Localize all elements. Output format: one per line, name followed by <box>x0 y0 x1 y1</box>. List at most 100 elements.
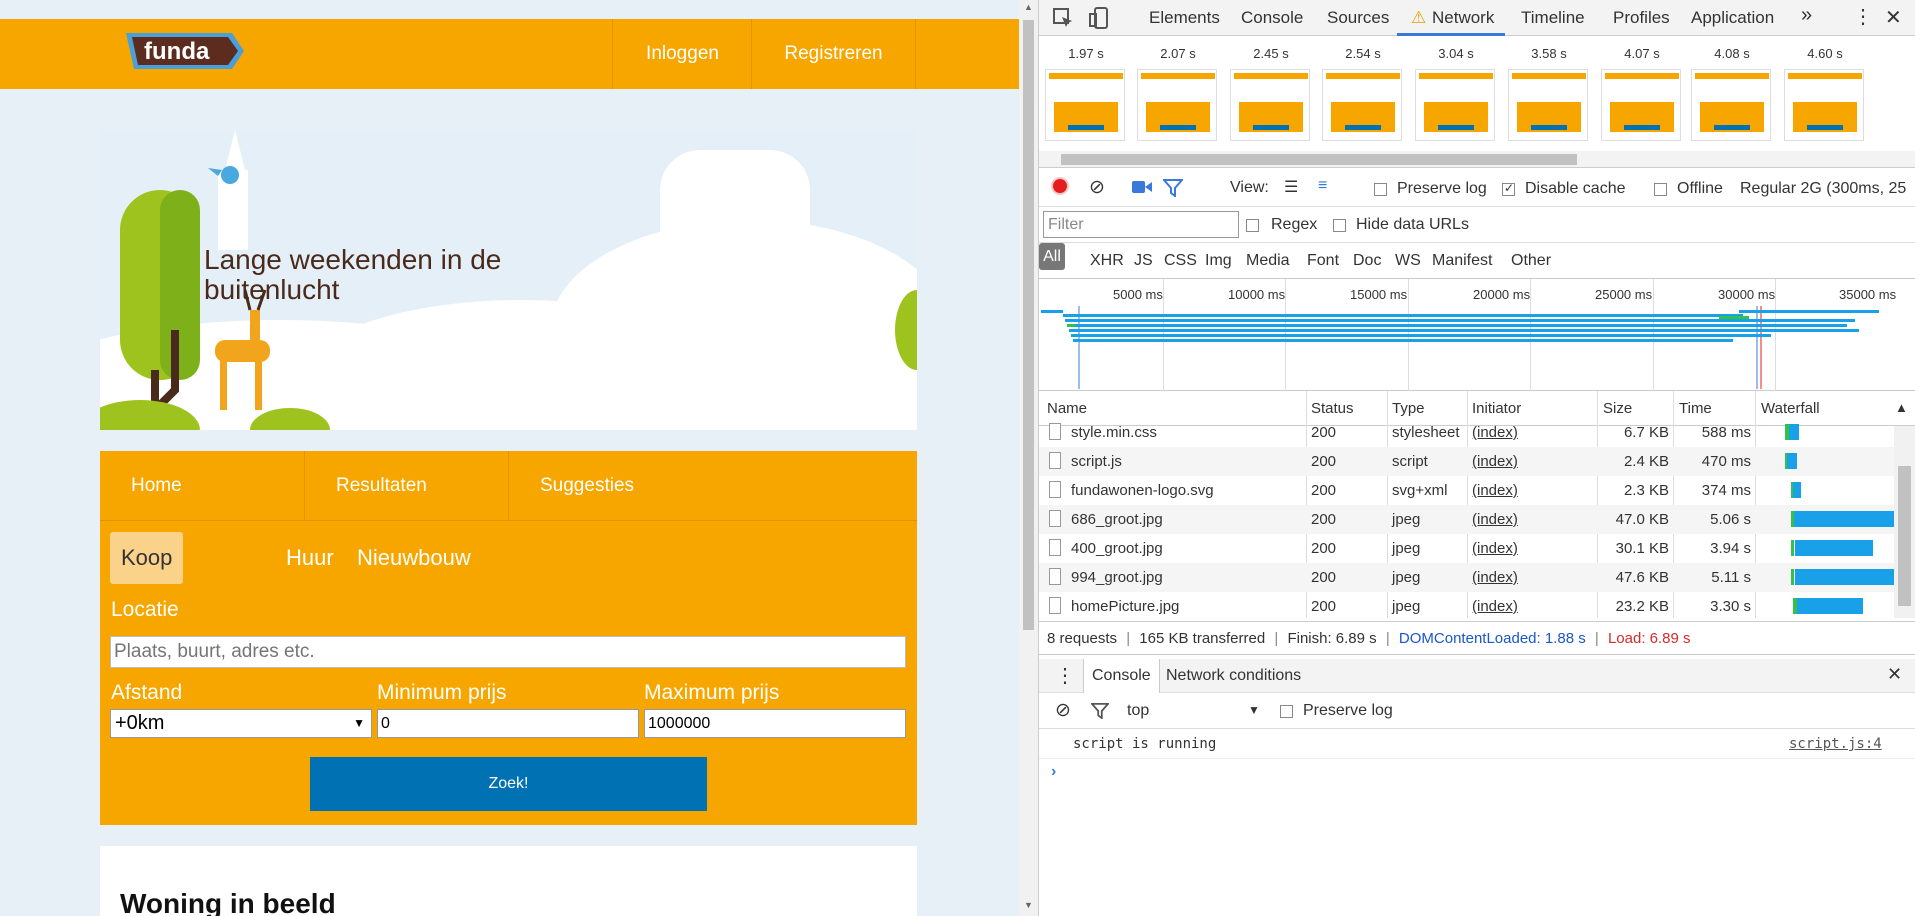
type-img[interactable]: Img <box>1205 252 1232 270</box>
col-time[interactable]: Time <box>1679 400 1712 417</box>
tab-sources[interactable]: Sources <box>1327 8 1389 28</box>
col-name[interactable]: Name <box>1047 400 1087 417</box>
filmstrip-frame[interactable]: 4.08 s <box>1691 46 1773 141</box>
close-icon[interactable]: ✕ <box>1885 5 1902 30</box>
type-ws[interactable]: WS <box>1395 252 1421 270</box>
filmstrip-frame[interactable]: 4.07 s <box>1601 46 1683 141</box>
type-media[interactable]: Media <box>1246 252 1290 270</box>
page-scrollbar[interactable]: ▲ ▼ <box>1019 0 1038 916</box>
scrollbar-thumb[interactable] <box>1061 154 1577 165</box>
console-preserve-log-checkbox[interactable] <box>1280 705 1293 718</box>
row-initiator[interactable]: (index) <box>1472 511 1518 528</box>
search-button[interactable]: Zoek! <box>310 757 707 811</box>
drawer-menu-icon[interactable]: ⋮ <box>1055 663 1075 688</box>
login-link[interactable]: Inloggen <box>612 19 752 89</box>
table-row[interactable]: 400_groot.jpg 200 jpeg (index) 30.1 KB 3.94 s <box>1039 534 1894 563</box>
filter-icon[interactable] <box>1163 179 1183 197</box>
scrollbar-thumb[interactable] <box>1898 466 1911 606</box>
scroll-up-icon[interactable]: ▲ <box>1024 2 1033 12</box>
large-rows-icon[interactable]: ☰ <box>1284 177 1298 197</box>
min-price-input[interactable]: 0 <box>377 709 639 738</box>
filmstrip-frame[interactable]: 3.58 s <box>1508 46 1590 141</box>
col-waterfall[interactable]: Waterfall <box>1761 400 1820 417</box>
type-xhr[interactable]: XHR <box>1090 252 1124 270</box>
preserve-log-checkbox[interactable] <box>1374 183 1387 196</box>
close-drawer-icon[interactable]: ✕ <box>1887 664 1902 685</box>
table-row[interactable]: script.js 200 script (index) 2.4 KB 470 ms <box>1039 447 1894 476</box>
hide-data-urls-checkbox[interactable] <box>1333 219 1346 232</box>
tab-timeline[interactable]: Timeline <box>1521 8 1585 28</box>
tab-profiles[interactable]: Profiles <box>1613 8 1670 28</box>
row-initiator[interactable]: (index) <box>1472 482 1518 499</box>
type-other[interactable]: Other <box>1511 252 1551 270</box>
tab-resultaten[interactable]: Resultaten <box>305 451 509 521</box>
register-link[interactable]: Registreren <box>751 19 916 89</box>
filter-input[interactable]: Filter <box>1043 211 1239 238</box>
console-prompt-icon[interactable]: › <box>1051 763 1056 781</box>
mode-koop-button[interactable]: Koop <box>110 532 184 584</box>
table-row[interactable]: style.min.css 200 stylesheet (index) 6.7 KB 5… <box>1039 418 1894 447</box>
context-dropdown-icon[interactable]: ▼ <box>1248 703 1260 717</box>
col-initiator[interactable]: Initiator <box>1472 400 1521 417</box>
type-manifest[interactable]: Manifest <box>1432 252 1492 270</box>
funda-logo[interactable]: funda <box>120 29 250 73</box>
tab-application[interactable]: Application <box>1691 8 1774 28</box>
more-tabs-icon[interactable]: » <box>1801 4 1812 27</box>
table-row[interactable]: fundawonen-logo.svg 200 svg+xml (index) 2.3 … <box>1039 476 1894 505</box>
table-scrollbar[interactable] <box>1894 426 1915 618</box>
drawer-tab-console[interactable]: Console <box>1083 659 1160 693</box>
tab-elements[interactable]: Elements <box>1149 8 1220 28</box>
row-initiator[interactable]: (index) <box>1472 453 1518 470</box>
tab-suggesties[interactable]: Suggesties <box>509 451 917 521</box>
mode-huur-button[interactable]: Huur <box>284 532 336 584</box>
type-all[interactable]: All <box>1039 243 1065 270</box>
drawer-tab-network-conditions[interactable]: Network conditions <box>1166 667 1301 685</box>
filmstrip-frame[interactable]: 3.04 s <box>1415 46 1497 141</box>
filmstrip-frame[interactable]: 1.97 s <box>1045 46 1127 141</box>
row-initiator[interactable]: (index) <box>1472 424 1518 441</box>
network-overview[interactable]: 5000 ms 10000 ms 15000 ms 20000 ms 25000… <box>1039 279 1915 391</box>
mode-nieuwbouw-button[interactable]: Nieuwbouw <box>355 532 473 584</box>
col-status[interactable]: Status <box>1311 400 1354 417</box>
tab-console[interactable]: Console <box>1241 8 1303 28</box>
table-row[interactable]: homePicture.jpg 200 jpeg (index) 23.2 KB 3.30… <box>1039 592 1894 621</box>
waterfall-view-icon[interactable]: ≡ <box>1318 177 1327 195</box>
col-type[interactable]: Type <box>1392 400 1425 417</box>
sort-arrow-icon[interactable]: ▲ <box>1895 400 1908 415</box>
scroll-down-icon[interactable]: ▼ <box>1024 900 1033 910</box>
filmstrip-frame[interactable]: 2.07 s <box>1137 46 1219 141</box>
inspect-element-icon[interactable] <box>1051 6 1075 30</box>
throttle-select[interactable]: Regular 2G (300ms, 25 <box>1740 180 1906 198</box>
row-initiator[interactable]: (index) <box>1472 540 1518 557</box>
regex-checkbox[interactable] <box>1246 219 1259 232</box>
distance-select[interactable]: +0km ▼ <box>110 709 372 738</box>
filmstrip-frame[interactable]: 2.54 s <box>1322 46 1404 141</box>
console-filter-icon[interactable] <box>1091 703 1109 719</box>
disable-cache-checkbox[interactable] <box>1502 181 1515 196</box>
row-initiator[interactable]: (index) <box>1472 569 1518 586</box>
table-row[interactable]: 994_groot.jpg 200 jpeg (index) 47.6 KB 5.11 s <box>1039 563 1898 592</box>
capture-screenshots-icon[interactable] <box>1132 179 1152 195</box>
table-row[interactable]: 686_groot.jpg 200 jpeg (index) 47.0 KB 5.06 s <box>1039 505 1896 534</box>
tab-network[interactable]: Network <box>1432 8 1494 28</box>
device-toolbar-icon[interactable] <box>1087 6 1111 30</box>
clear-icon[interactable]: ⊘ <box>1089 176 1105 199</box>
filmstrip-scrollbar[interactable] <box>1039 151 1915 167</box>
clear-console-icon[interactable]: ⊘ <box>1055 699 1071 722</box>
console-source-link[interactable]: script.js:4 <box>1789 736 1882 752</box>
filmstrip-frame[interactable]: 2.45 s <box>1230 46 1312 141</box>
col-size[interactable]: Size <box>1603 400 1632 417</box>
type-doc[interactable]: Doc <box>1353 252 1381 270</box>
type-css[interactable]: CSS <box>1164 252 1197 270</box>
offline-checkbox[interactable] <box>1654 183 1667 196</box>
max-price-input[interactable]: 1000000 <box>644 709 906 738</box>
location-input[interactable] <box>110 636 906 668</box>
record-icon[interactable] <box>1051 177 1069 195</box>
context-select[interactable]: top <box>1127 702 1149 720</box>
tab-home[interactable]: Home <box>100 451 305 521</box>
kebab-menu-icon[interactable]: ⋮ <box>1853 4 1873 29</box>
filmstrip-frame[interactable]: 4.60 s <box>1784 46 1866 141</box>
type-js[interactable]: JS <box>1134 252 1153 270</box>
scrollbar-thumb[interactable] <box>1023 20 1034 630</box>
type-font[interactable]: Font <box>1307 252 1339 270</box>
